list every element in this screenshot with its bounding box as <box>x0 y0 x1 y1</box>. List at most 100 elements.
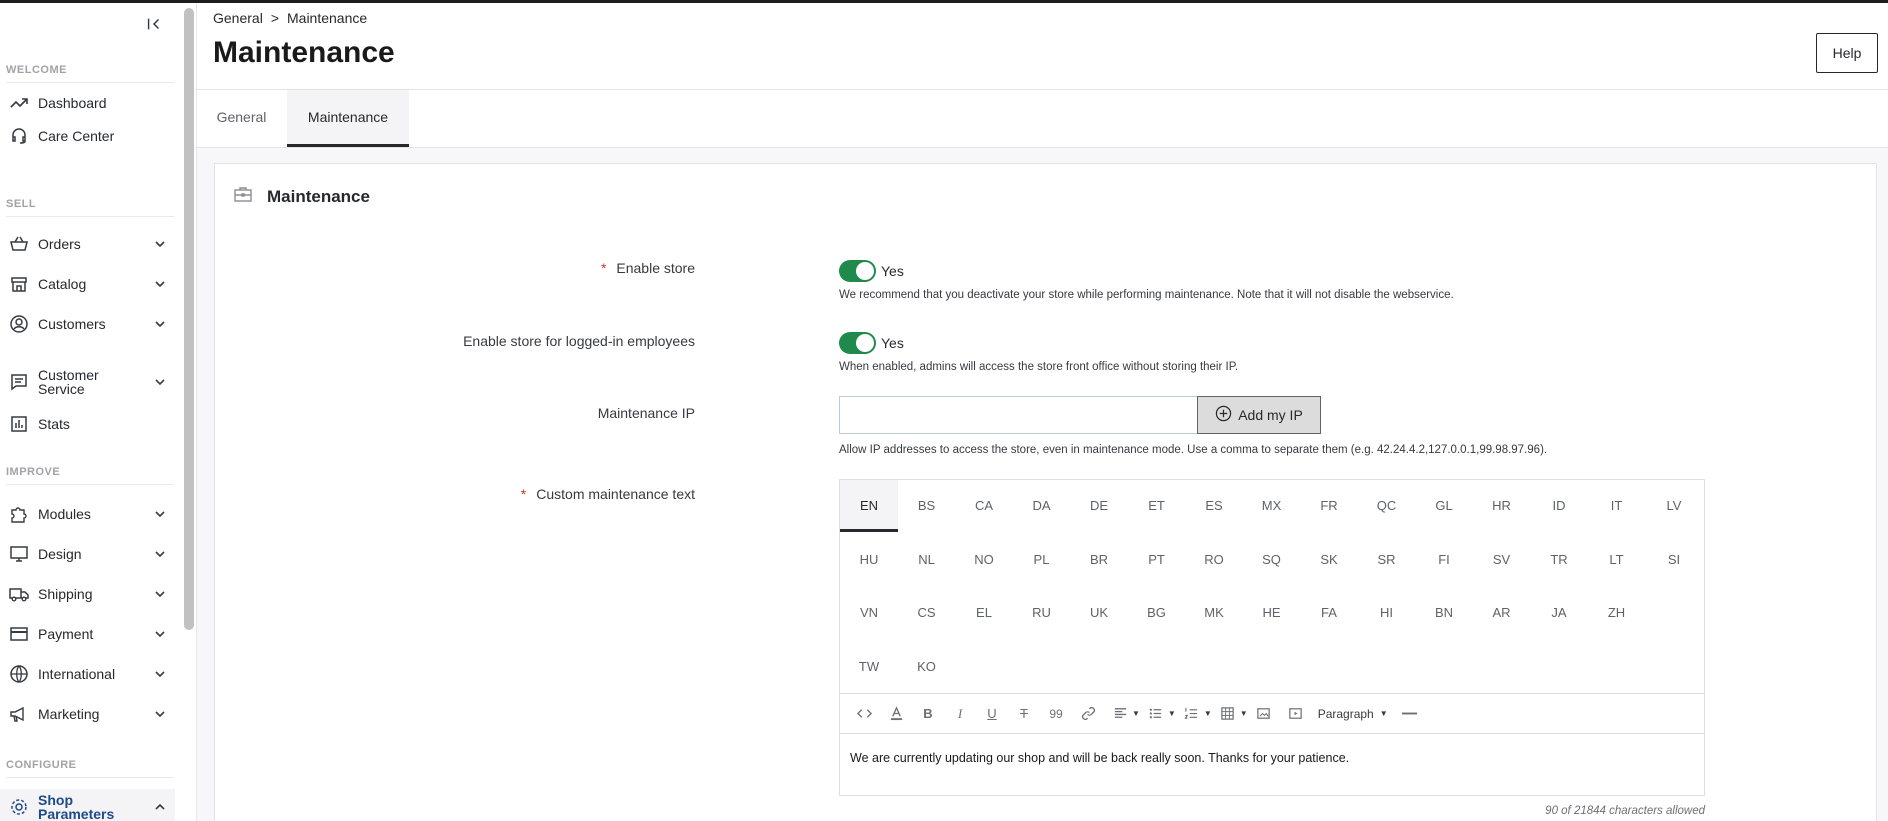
sidebar-item-label: Modules <box>38 506 91 522</box>
image-icon[interactable] <box>1248 700 1280 728</box>
language-tab-en[interactable]: EN <box>840 480 898 532</box>
help-button[interactable]: Help <box>1816 33 1878 73</box>
language-tab-ro[interactable]: RO <box>1185 534 1243 586</box>
language-tab-ja[interactable]: JA <box>1530 587 1588 639</box>
underline-icon[interactable]: U <box>976 700 1008 728</box>
sidebar-item-stats[interactable]: Stats <box>0 408 175 440</box>
bold-icon[interactable]: B <box>912 700 944 728</box>
language-tab-ko[interactable]: KO <box>898 641 956 693</box>
quote-icon[interactable]: 99 <box>1040 700 1072 728</box>
strikethrough-icon[interactable]: T <box>1008 700 1040 728</box>
italic-icon[interactable]: I <box>944 700 976 728</box>
language-tab-lv[interactable]: LV <box>1645 480 1703 532</box>
language-tab-sv[interactable]: SV <box>1473 534 1531 586</box>
language-tab-cs[interactable]: CS <box>898 587 956 639</box>
language-tab-gl[interactable]: GL <box>1415 480 1473 532</box>
language-tab-pt[interactable]: PT <box>1128 534 1186 586</box>
enable-store-toggle[interactable] <box>839 260 876 282</box>
maintenance-ip-help: Allow IP addresses to access the store, … <box>839 444 1548 456</box>
sidebar-item-label: Marketing <box>38 706 100 722</box>
language-tab-qc[interactable]: QC <box>1358 480 1416 532</box>
sidebar-item-international[interactable]: International <box>0 658 175 690</box>
sidebar-scrollbar[interactable] <box>184 8 194 630</box>
sidebar-item-shop-parameters[interactable]: Shop Parameters <box>0 789 175 821</box>
language-tab-si[interactable]: SI <box>1645 534 1703 586</box>
sidebar-item-orders[interactable]: Orders <box>0 228 175 260</box>
add-my-ip-label: Add my IP <box>1238 407 1303 423</box>
link-icon[interactable] <box>1072 700 1104 728</box>
language-tab-hi[interactable]: HI <box>1358 587 1416 639</box>
collapse-sidebar-icon[interactable] <box>144 15 164 35</box>
truck-icon <box>0 584 38 604</box>
sidebar-item-dashboard[interactable]: Dashboard <box>0 87 175 119</box>
language-tab-mx[interactable]: MX <box>1243 480 1301 532</box>
language-tab-et[interactable]: ET <box>1128 480 1186 532</box>
sidebar-item-customer-service[interactable]: Customer Service <box>0 362 175 402</box>
language-tab-es[interactable]: ES <box>1185 480 1243 532</box>
language-tab-ru[interactable]: RU <box>1013 587 1071 639</box>
language-tab-tr[interactable]: TR <box>1530 534 1588 586</box>
paragraph-format-select[interactable]: Paragraph ▼ <box>1312 707 1394 721</box>
language-tab-fi[interactable]: FI <box>1415 534 1473 586</box>
sidebar-item-label: International <box>38 666 116 682</box>
language-tab-fr[interactable]: FR <box>1300 480 1358 532</box>
text-color-icon[interactable] <box>880 700 912 728</box>
sidebar-item-care-center[interactable]: Care Center <box>0 120 175 152</box>
sidebar-item-shipping[interactable]: Shipping <box>0 578 175 610</box>
enable-store-label: * Enable store <box>600 260 695 276</box>
enable-employees-toggle[interactable] <box>839 332 876 354</box>
language-tab-vn[interactable]: VN <box>840 587 898 639</box>
tab-maintenance[interactable]: Maintenance <box>287 90 409 147</box>
language-tab-ca[interactable]: CA <box>955 480 1013 532</box>
horizontal-line-icon[interactable] <box>1394 700 1426 728</box>
language-tab-ar[interactable]: AR <box>1473 587 1531 639</box>
divider <box>6 777 174 778</box>
language-tab-hr[interactable]: HR <box>1473 480 1531 532</box>
dropdown-caret-icon[interactable]: ▼ <box>1204 709 1212 718</box>
headset-icon <box>0 126 38 146</box>
language-tab-sk[interactable]: SK <box>1300 534 1358 586</box>
language-tab-he[interactable]: HE <box>1243 587 1301 639</box>
rich-text-editor: B I U T 99 ▼ ▼ ▼ ▼ Paragraph ▼ We are cur… <box>839 693 1705 796</box>
add-my-ip-button[interactable]: Add my IP <box>1197 396 1321 434</box>
language-tab-it[interactable]: IT <box>1588 480 1646 532</box>
maintenance-ip-input[interactable] <box>839 396 1199 434</box>
breadcrumb-link-general[interactable]: General <box>213 10 263 26</box>
sidebar-item-design[interactable]: Design <box>0 538 175 570</box>
language-tab-mk[interactable]: MK <box>1185 587 1243 639</box>
language-tab-uk[interactable]: UK <box>1070 587 1128 639</box>
language-tab-el[interactable]: EL <box>955 587 1013 639</box>
sidebar-item-marketing[interactable]: Marketing <box>0 698 175 730</box>
sidebar-item-catalog[interactable]: Catalog <box>0 268 175 300</box>
editor-content[interactable]: We are currently updating our shop and w… <box>850 751 1349 765</box>
language-tab-tw[interactable]: TW <box>840 641 898 693</box>
tab-general[interactable]: General <box>197 90 286 147</box>
dropdown-caret-icon[interactable]: ▼ <box>1132 709 1140 718</box>
language-tab-da[interactable]: DA <box>1013 480 1071 532</box>
sidebar-item-modules[interactable]: Modules <box>0 498 175 530</box>
language-tab-br[interactable]: BR <box>1070 534 1128 586</box>
language-tab-pl[interactable]: PL <box>1013 534 1071 586</box>
source-code-icon[interactable] <box>848 700 880 728</box>
sidebar-item-customers[interactable]: Customers <box>0 308 175 340</box>
dropdown-caret-icon[interactable]: ▼ <box>1168 709 1176 718</box>
language-tab-bn[interactable]: BN <box>1415 587 1473 639</box>
language-tab-sr[interactable]: SR <box>1358 534 1416 586</box>
breadcrumb: General > Maintenance <box>213 10 367 26</box>
language-tab-id[interactable]: ID <box>1530 480 1588 532</box>
language-tab-bs[interactable]: BS <box>898 480 956 532</box>
language-tab-lt[interactable]: LT <box>1588 534 1646 586</box>
dropdown-caret-icon[interactable]: ▼ <box>1240 709 1248 718</box>
language-tab-hu[interactable]: HU <box>840 534 898 586</box>
language-tab-fa[interactable]: FA <box>1300 587 1358 639</box>
language-tab-de[interactable]: DE <box>1070 480 1128 532</box>
language-tab-zh[interactable]: ZH <box>1588 587 1646 639</box>
sidebar-item-payment[interactable]: Payment <box>0 618 175 650</box>
language-tab-nl[interactable]: NL <box>898 534 956 586</box>
language-tab-bg[interactable]: BG <box>1128 587 1186 639</box>
sidebar-item-label: Dashboard <box>38 95 107 111</box>
language-tab-no[interactable]: NO <box>955 534 1013 586</box>
media-icon[interactable] <box>1280 700 1312 728</box>
chat-icon <box>0 372 38 392</box>
language-tab-sq[interactable]: SQ <box>1243 534 1301 586</box>
